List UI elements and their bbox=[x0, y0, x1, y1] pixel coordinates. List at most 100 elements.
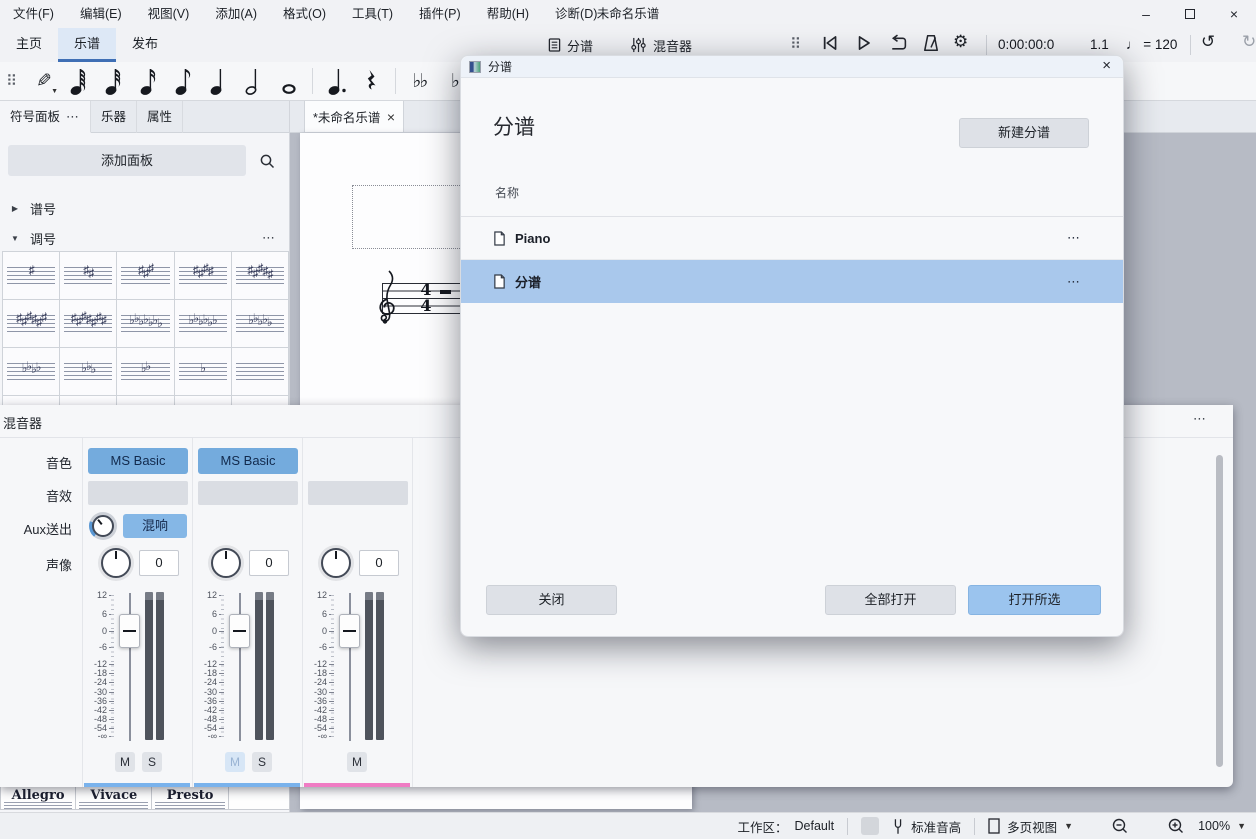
thirty-second-note[interactable] bbox=[97, 65, 130, 97]
mute-button[interactable]: M bbox=[115, 752, 135, 772]
playback-settings-button[interactable]: ⚙ bbox=[953, 32, 968, 52]
scrollbar-thumb[interactable] bbox=[1216, 455, 1223, 767]
tempo-display[interactable]: ♩ = 120 bbox=[1126, 37, 1177, 52]
document-tab[interactable]: *未命名乐谱 × bbox=[304, 101, 404, 133]
volume-fader-handle[interactable] bbox=[339, 614, 360, 648]
key-signature-cell-10[interactable]: ♭♭♭♭ bbox=[3, 348, 59, 395]
half-note[interactable] bbox=[237, 65, 270, 97]
menu-e[interactable]: 编辑(E) bbox=[67, 0, 135, 28]
concert-pitch-toggle[interactable]: 标准音高 bbox=[892, 817, 961, 836]
toolbar-drag-handle[interactable]: ⠿ bbox=[6, 74, 17, 89]
key-signature-cell-8[interactable]: ♭♭♭♭♭♭ bbox=[175, 300, 231, 347]
key-signature-cell-0[interactable]: ♯ bbox=[3, 252, 59, 299]
menu-v[interactable]: 视图(V) bbox=[135, 0, 203, 28]
pan-value-field[interactable]: 0 bbox=[359, 550, 399, 576]
part-row-2[interactable]: 分谱⋯ bbox=[461, 260, 1123, 303]
menu-f[interactable]: 文件(F) bbox=[0, 0, 67, 28]
minimize-button[interactable]: – bbox=[1124, 6, 1168, 22]
zoom-level-selector[interactable]: 100% ▼ bbox=[1198, 819, 1246, 833]
sound-button[interactable]: MS Basic bbox=[198, 448, 298, 474]
augmentation-dot[interactable] bbox=[320, 65, 353, 97]
pan-value-field[interactable]: 0 bbox=[139, 550, 179, 576]
key-signature-cell-4[interactable]: ♯♯♯♯♯ bbox=[232, 252, 288, 299]
add-palettes-button[interactable]: 添加面板 bbox=[8, 145, 246, 176]
menu-t[interactable]: 工具(T) bbox=[339, 0, 406, 28]
key-signature-cell-13[interactable]: ♭ bbox=[175, 348, 231, 395]
ribbon-tab-0[interactable]: 主页 bbox=[0, 28, 58, 62]
pan-value-field[interactable]: 0 bbox=[249, 550, 289, 576]
zoom-in-button[interactable] bbox=[1167, 817, 1185, 835]
mixer-menu-icon[interactable]: ⋯ bbox=[1193, 411, 1207, 427]
transport-drag-handle[interactable]: ⠿ bbox=[790, 37, 801, 52]
new-part-button[interactable]: 新建分谱 bbox=[959, 118, 1089, 148]
panel-tab-menu-icon[interactable]: ⋯ bbox=[66, 101, 80, 133]
view-mode-selector[interactable]: 多页视图 ▼ bbox=[988, 817, 1073, 836]
menu-o[interactable]: 格式(O) bbox=[270, 0, 339, 28]
palette-more-icon[interactable]: ⋯ bbox=[262, 230, 276, 246]
menu-a[interactable]: 添加(A) bbox=[202, 0, 270, 28]
menu-h[interactable]: 帮助(H) bbox=[474, 0, 542, 28]
tempo-palette-cell-1[interactable]: Vivace bbox=[76, 785, 152, 810]
key-signature-cell-11[interactable]: ♭♭♭ bbox=[60, 348, 116, 395]
key-signature-cell-14[interactable] bbox=[232, 348, 288, 395]
tempo-palette-cell-0[interactable]: Allegro bbox=[0, 785, 76, 810]
maximize-button[interactable] bbox=[1168, 6, 1212, 22]
key-signature-cell-7[interactable]: ♭♭♭♭♭♭♭ bbox=[117, 300, 173, 347]
palette-item-key-signatures[interactable]: ▼ 调号 ⋯ bbox=[0, 223, 290, 253]
quarter-rest[interactable] bbox=[355, 65, 388, 97]
position-display[interactable]: 1.1 bbox=[1090, 37, 1109, 52]
sound-button[interactable]: MS Basic bbox=[88, 448, 188, 474]
solo-button[interactable]: S bbox=[252, 752, 272, 772]
key-signature-cell-2[interactable]: ♯♯♯ bbox=[117, 252, 173, 299]
key-signature-cell-9[interactable]: ♭♭♭♭♭ bbox=[232, 300, 288, 347]
key-signature-cell-6[interactable]: ♯♯♯♯♯♯♯ bbox=[60, 300, 116, 347]
key-signature-cell-12[interactable]: ♭♭ bbox=[117, 348, 173, 395]
time-display[interactable]: 0:00:00:0 bbox=[998, 37, 1054, 52]
panel-tab-0[interactable]: 符号面板⋯ bbox=[0, 101, 91, 133]
fx-slot[interactable] bbox=[198, 481, 298, 505]
play-button[interactable] bbox=[854, 33, 874, 53]
part-row-1[interactable]: Piano⋯ bbox=[461, 217, 1123, 260]
panel-tab-2[interactable]: 属性 bbox=[137, 101, 183, 133]
concert-pitch-swatch[interactable] bbox=[861, 817, 879, 835]
metronome-button[interactable] bbox=[921, 33, 941, 53]
dialog-title-bar[interactable]: 分谱 × bbox=[461, 56, 1123, 78]
sixteenth-note[interactable] bbox=[132, 65, 165, 97]
redo-button[interactable]: ↻ bbox=[1242, 32, 1256, 52]
volume-fader-handle[interactable] bbox=[229, 614, 250, 648]
tab-close-icon[interactable]: × bbox=[387, 109, 395, 125]
treble-clef-icon[interactable] bbox=[376, 269, 402, 329]
open-selected-button[interactable]: 打开所选 bbox=[968, 585, 1101, 615]
fx-slot[interactable] bbox=[88, 481, 188, 505]
eighth-note[interactable] bbox=[167, 65, 200, 97]
rewind-button[interactable] bbox=[820, 33, 840, 53]
time-signature[interactable]: 4 4 bbox=[418, 282, 434, 314]
workspace-selector[interactable]: 工作区： Default bbox=[738, 817, 835, 836]
pan-knob[interactable] bbox=[211, 548, 241, 578]
mixer-scrollbar[interactable] bbox=[1216, 450, 1223, 780]
whole-note[interactable] bbox=[272, 65, 305, 97]
close-dialog-button[interactable]: 关闭 bbox=[486, 585, 617, 615]
panel-tab-1[interactable]: 乐器 bbox=[91, 101, 137, 133]
key-signature-cell-1[interactable]: ♯♯ bbox=[60, 252, 116, 299]
close-button[interactable]: × bbox=[1212, 6, 1256, 22]
fx-slot[interactable] bbox=[308, 481, 408, 505]
volume-fader-handle[interactable] bbox=[119, 614, 140, 648]
part-menu-icon[interactable]: ⋯ bbox=[1067, 274, 1081, 290]
part-menu-icon[interactable]: ⋯ bbox=[1067, 230, 1081, 246]
pan-knob[interactable] bbox=[321, 548, 351, 578]
ribbon-tab-1[interactable]: 乐谱 bbox=[58, 28, 116, 62]
palette-item-clefs[interactable]: ▶ 谱号 bbox=[0, 193, 290, 223]
mute-button[interactable]: M bbox=[347, 752, 367, 772]
pan-knob[interactable] bbox=[101, 548, 131, 578]
dialog-close-button[interactable]: × bbox=[1102, 57, 1111, 74]
menu-p[interactable]: 插件(P) bbox=[406, 0, 474, 28]
key-signature-cell-3[interactable]: ♯♯♯♯ bbox=[175, 252, 231, 299]
search-palettes-button[interactable] bbox=[252, 148, 282, 174]
ribbon-tab-2[interactable]: 发布 bbox=[116, 28, 174, 62]
mute-button[interactable]: M bbox=[225, 752, 245, 772]
tempo-palette-cell-2[interactable]: Presto bbox=[152, 785, 228, 810]
undo-button[interactable]: ↺ bbox=[1201, 32, 1215, 52]
quarter-note[interactable] bbox=[202, 65, 235, 97]
aux-send-knob[interactable] bbox=[89, 512, 117, 540]
